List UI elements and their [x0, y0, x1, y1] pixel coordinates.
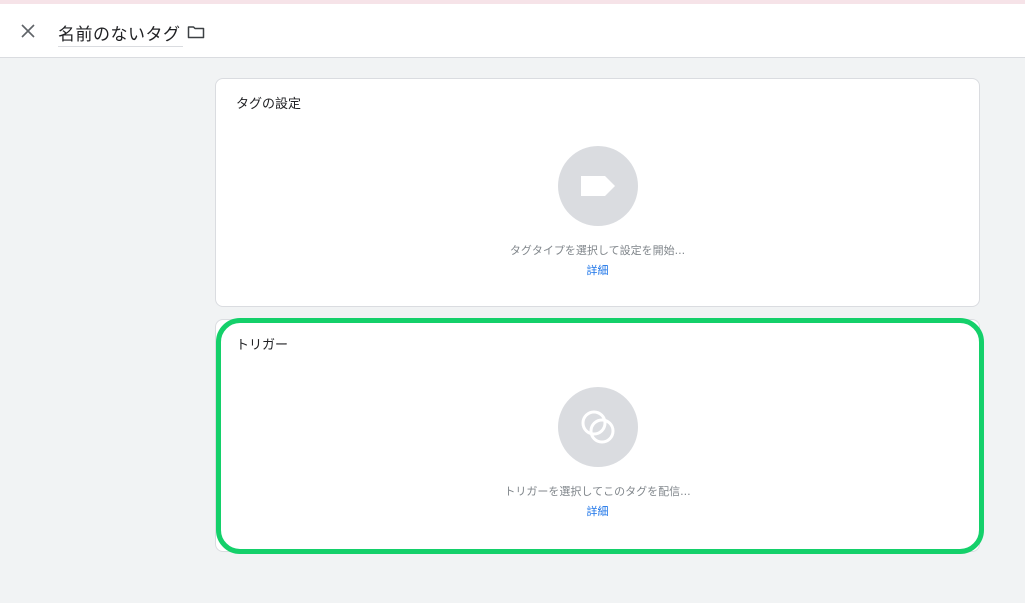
close-icon	[21, 24, 35, 38]
triggering-hint: トリガーを選択してこのタグを配信...	[504, 485, 691, 498]
triggering-card[interactable]: トリガー トリガーを選択してこのタグを配信... 詳細	[215, 319, 980, 552]
tag-name-field[interactable]: 名前のないタグ	[58, 18, 183, 47]
tag-icon-circle	[557, 146, 638, 226]
folder-button[interactable]	[185, 22, 207, 42]
triggering-title: トリガー	[236, 338, 289, 353]
tag-configuration-hint: タグタイプを選択して設定を開始...	[509, 244, 686, 257]
trigger-icon-circle	[557, 387, 638, 467]
folder-icon	[187, 26, 205, 39]
tag-configuration-card[interactable]: タグの設定 タグタイプを選択して設定を開始... 詳細	[215, 78, 980, 307]
close-button[interactable]	[14, 17, 42, 45]
tag-icon	[580, 176, 615, 196]
tag-learn-more-link[interactable]: 詳細	[587, 264, 609, 277]
tag-configuration-title: タグの設定	[236, 97, 302, 112]
trigger-icon	[581, 410, 614, 444]
trigger-learn-more-link[interactable]: 詳細	[587, 505, 609, 518]
editor-header: 名前のないタグ	[0, 4, 1025, 58]
tag-name-text: 名前のないタグ	[58, 24, 181, 45]
